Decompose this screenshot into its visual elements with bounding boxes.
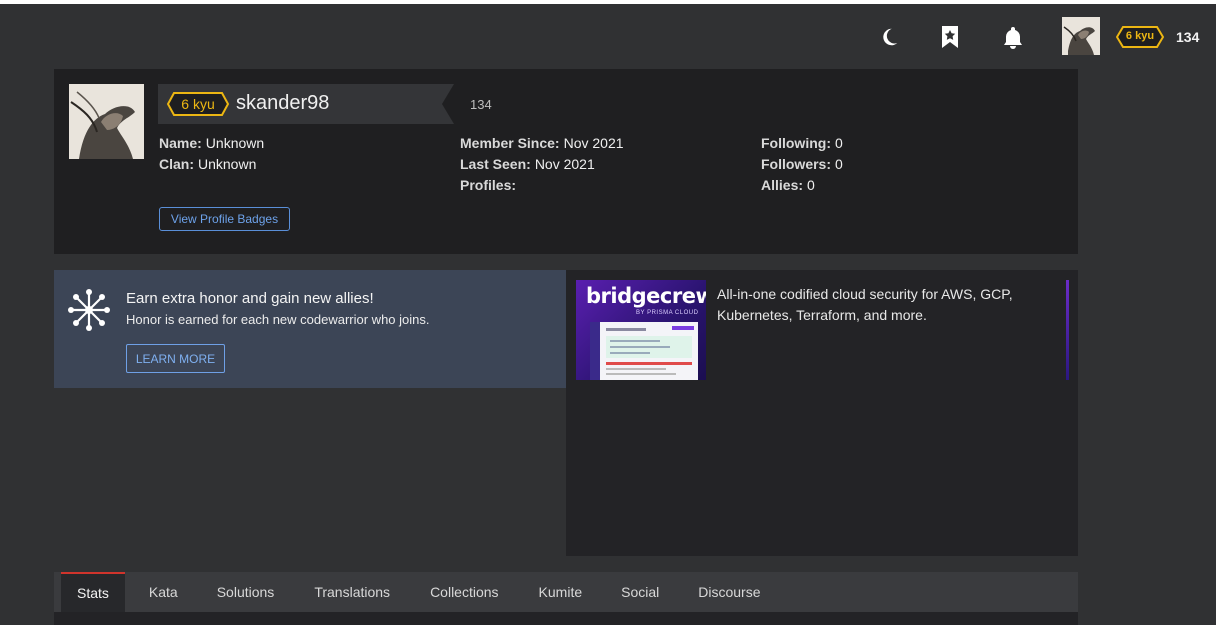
tab-translations[interactable]: Translations (274, 572, 390, 612)
bell-icon[interactable] (1001, 24, 1025, 50)
profile-rank-label: 6 kyu (181, 96, 215, 112)
honor-count: 134 (1176, 29, 1200, 45)
tab-social[interactable]: Social (582, 572, 659, 612)
ad-edge-graphic (1066, 280, 1069, 380)
profile-avatar (69, 84, 144, 159)
allies-field[interactable]: Allies: 0 (761, 177, 815, 193)
username: skander98 (236, 92, 330, 114)
profiles-field: Profiles: (460, 177, 517, 193)
network-icon (67, 288, 111, 332)
username-banner: 6 kyu skander98 (158, 84, 454, 124)
moon-icon[interactable] (877, 24, 901, 50)
user-avatar[interactable] (1062, 17, 1100, 55)
profile-honor: 134 (470, 97, 492, 112)
tab-collections[interactable]: Collections (390, 572, 498, 612)
advertisement: bridgecrew BY PRISMA CLOUD All-in-one co… (566, 270, 1078, 556)
following-field[interactable]: Following: 0 (761, 135, 843, 151)
followers-field[interactable]: Followers: 0 (761, 156, 843, 172)
referral-subtitle: Honor is earned for each new codewarrior… (126, 312, 430, 327)
referral-banner: Earn extra honor and gain new allies! Ho… (54, 270, 566, 388)
profile-rank-badge: 6 kyu (166, 91, 230, 117)
tab-kumite[interactable]: Kumite (499, 572, 583, 612)
profile-tabs: Stats Kata Solutions Translations Collec… (54, 572, 1078, 612)
ad-dashboard-graphic (590, 322, 698, 380)
ad-image[interactable]: bridgecrew BY PRISMA CLOUD (576, 280, 706, 380)
member-since-field: Member Since: Nov 2021 (460, 135, 624, 151)
tab-discourse[interactable]: Discourse (659, 572, 760, 612)
bookmark-icon[interactable] (938, 24, 962, 50)
ad-text[interactable]: All-in-one codified cloud security for A… (717, 284, 1037, 326)
rank-label: 6 kyu (1125, 30, 1155, 42)
profile-card: 6 kyu skander98 134 Name: Unknown Clan: Un… (54, 69, 1078, 254)
referral-title: Earn extra honor and gain new allies! (126, 290, 374, 307)
rank-badge[interactable]: 6 kyu (1115, 25, 1165, 49)
tab-stats[interactable]: Stats (61, 572, 125, 612)
learn-more-button[interactable]: LEARN MORE (126, 344, 225, 373)
clan-field: Clan: Unknown (159, 156, 257, 172)
last-seen-field: Last Seen: Nov 2021 (460, 156, 595, 172)
name-field: Name: Unknown (159, 135, 265, 151)
tab-solutions[interactable]: Solutions (178, 572, 275, 612)
tab-content-area (54, 612, 1078, 625)
tab-kata[interactable]: Kata (125, 572, 178, 612)
view-profile-badges-button[interactable]: View Profile Badges (159, 207, 290, 231)
